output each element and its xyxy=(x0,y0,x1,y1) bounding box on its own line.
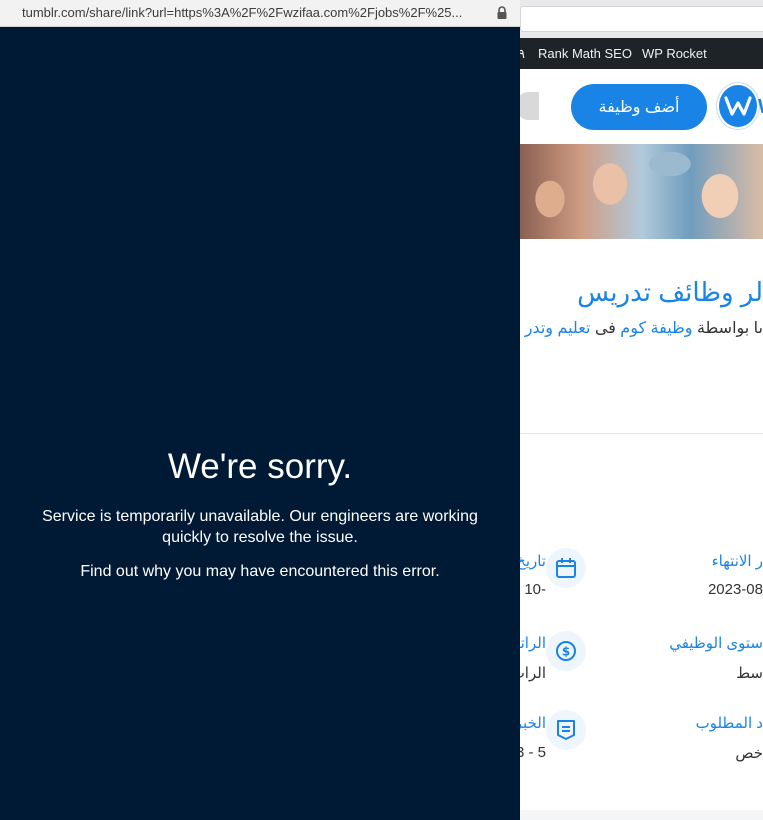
popup-url-text: tumblr.com/share/link?url=https%3A%2F%2F… xyxy=(22,5,463,20)
page-bottom-strip xyxy=(520,810,763,820)
user-avatar-icon[interactable] xyxy=(517,92,539,120)
browser-address-bar[interactable] xyxy=(520,6,763,32)
error-message: Service is temporarily unavailable. Our … xyxy=(42,508,478,546)
dollar-icon: $ xyxy=(546,631,586,671)
popup-url-bar[interactable]: tumblr.com/share/link?url=https%3A%2F%2F… xyxy=(0,0,520,27)
col2-experience-label: الخبر xyxy=(520,715,546,732)
add-job-button[interactable]: أضف وظيفة xyxy=(571,84,707,130)
col2-salary-value: الرات xyxy=(520,665,546,682)
end-date-value: 2023-08 xyxy=(707,581,763,598)
byline-prefix: ىا بواسطة xyxy=(696,320,763,337)
experience-label: د المطلوب xyxy=(695,715,763,732)
byline-category-link[interactable]: تعليم وتدر xyxy=(525,320,591,337)
col2-experience-value: 3 - 5 xyxy=(520,744,546,760)
wp-admin-bar: ٩ Rank Math SEO WP Rocket xyxy=(518,38,763,69)
col2-salary-label: الراتب xyxy=(520,635,546,652)
job-title: لر وظائف تدريس xyxy=(577,277,763,307)
error-help-link[interactable]: Find out why you may have encountered th… xyxy=(0,563,520,581)
job-byline: ىا بواسطة وظيفة كوم فى تعليم وتدر xyxy=(525,318,763,338)
admin-bar-wp-rocket[interactable]: WP Rocket xyxy=(642,46,707,61)
error-title: We're sorry. xyxy=(167,447,353,486)
svg-text:$: $ xyxy=(562,645,570,659)
admin-bar-rank-math[interactable]: Rank Math SEO xyxy=(538,46,632,61)
site-logo-icon[interactable] xyxy=(717,83,759,129)
job-details-card xyxy=(520,434,763,810)
col2-date-value: 10- xyxy=(524,581,546,598)
byline-in: فى xyxy=(594,320,616,337)
calendar-icon xyxy=(546,548,586,588)
details-col2-clip: تاريخ 10- الراتب الرات الخبر 3 - 5 xyxy=(520,540,546,760)
level-value: سط xyxy=(736,665,763,682)
end-date-label: ر الانتهاء xyxy=(711,553,763,570)
site-logo-text: W xyxy=(758,96,763,119)
experience-value: خص xyxy=(735,745,763,762)
col2-date-label: تاريخ xyxy=(520,553,546,570)
level-label: ستوى الوظيفي xyxy=(669,635,763,652)
byline-author-link[interactable]: وظيفة كوم xyxy=(620,320,692,337)
hero-image xyxy=(520,144,763,239)
share-popup-window: tumblr.com/share/link?url=https%3A%2F%2F… xyxy=(0,0,520,820)
certificate-icon xyxy=(546,710,586,750)
lock-icon xyxy=(497,6,507,19)
